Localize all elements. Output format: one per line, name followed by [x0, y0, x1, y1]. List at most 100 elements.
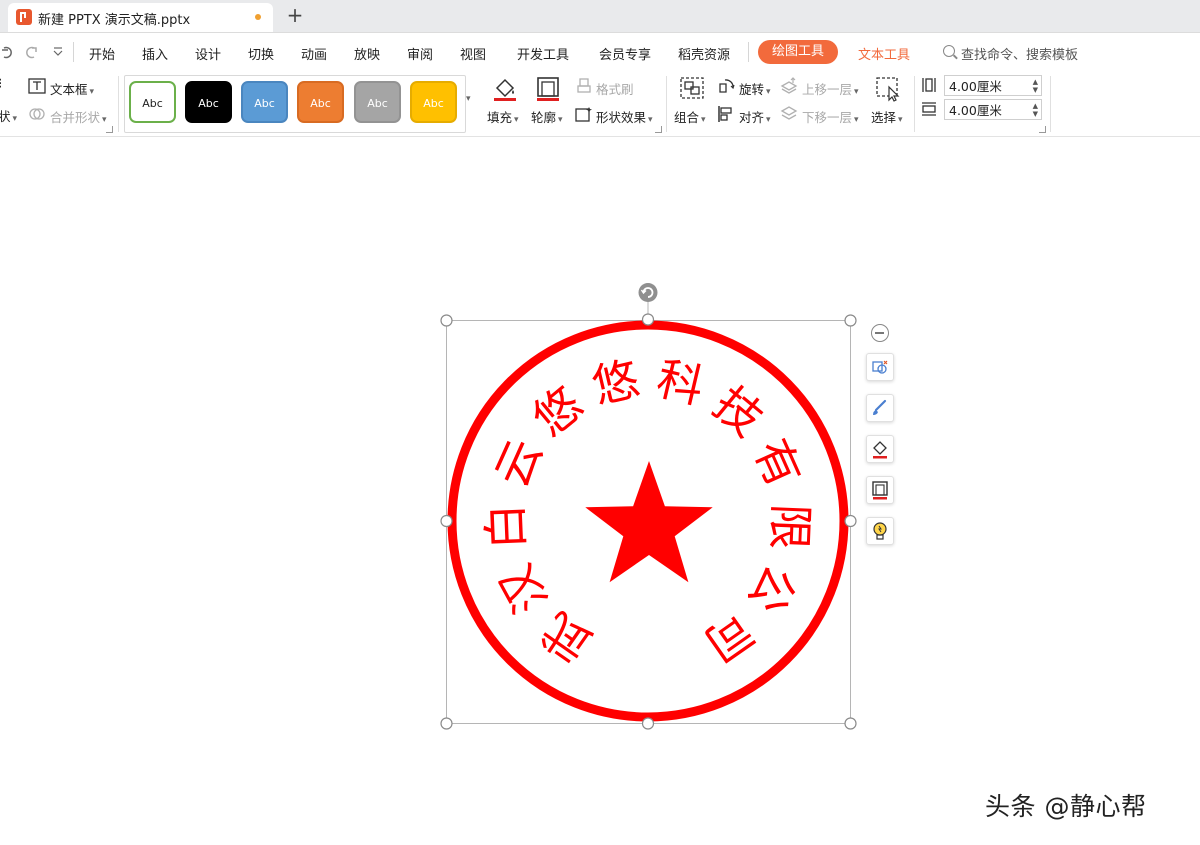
select-icon[interactable]	[875, 76, 901, 102]
style-preset-white[interactable]: Abc	[129, 81, 176, 123]
resize-handle-top[interactable]	[641, 313, 655, 326]
stamp-char: 悠	[523, 376, 593, 447]
resize-handle-right[interactable]	[844, 514, 857, 528]
shape-effects-label: 形状效果	[596, 110, 647, 125]
search-input[interactable]: 查找命令、搜索模板	[961, 44, 1078, 63]
group-icon[interactable]	[679, 76, 705, 100]
resize-handle-bottom[interactable]	[641, 717, 655, 730]
menu-animation[interactable]: 动画	[301, 44, 327, 63]
rotate-handle-icon[interactable]	[638, 283, 658, 302]
stamp-char: 司	[695, 602, 764, 673]
outline-icon[interactable]	[535, 76, 561, 102]
quick-fill-button[interactable]	[866, 435, 894, 463]
fill-icon[interactable]	[492, 76, 518, 102]
smart-suggest-button[interactable]	[866, 517, 894, 545]
lightbulb-icon	[873, 522, 887, 540]
collapse-toolbar-icon[interactable]	[871, 324, 889, 342]
shape-dropdown[interactable]: 状 ▾	[0, 106, 17, 125]
shape-width-input[interactable]: 4.00厘米 ▲ ▼	[944, 99, 1042, 120]
resize-handle-bottom-left[interactable]	[440, 717, 453, 730]
menu-docer[interactable]: 稻壳资源	[678, 44, 730, 63]
style-preset-blue[interactable]: Abc	[241, 81, 288, 123]
spin-up-icon[interactable]: ▲	[1033, 78, 1038, 86]
shape-style-button[interactable]	[866, 394, 894, 422]
slide-canvas[interactable]: 武汉白云悠悠科技有限公司	[0, 137, 1200, 845]
rotate-button[interactable]: 旋转 ▾	[739, 79, 771, 98]
menu-transition[interactable]: 切换	[248, 44, 274, 63]
redo-icon[interactable]	[24, 45, 40, 59]
tab-drawing-tools[interactable]: 绘图工具	[758, 40, 838, 64]
ribbon-toolbar: ⁝ 状▾ 文本框▾ 合并形状▾ Abc Abc Abc Abc Abc Abc …	[0, 70, 1200, 137]
stamp-char: 汉	[489, 556, 558, 622]
group-launcher-icon[interactable]	[1039, 126, 1046, 133]
style-preset-gray[interactable]: Abc	[354, 81, 401, 123]
menu-design[interactable]: 设计	[195, 44, 221, 63]
ribbon-divider	[118, 76, 119, 132]
stamp-char: 限	[762, 503, 818, 551]
fill-label: 填充	[487, 110, 513, 125]
stamp-char: 云	[484, 431, 552, 495]
stamp-char: 有	[744, 431, 812, 495]
resize-handle-top-left[interactable]	[440, 314, 453, 327]
shape-style-gallery: Abc Abc Abc Abc Abc Abc	[124, 75, 466, 133]
send-backward-icon[interactable]	[780, 105, 798, 123]
search-icon[interactable]	[943, 45, 955, 57]
spin-down-icon[interactable]: ▼	[1033, 86, 1038, 94]
style-preset-black[interactable]: Abc	[185, 81, 232, 123]
merge-shapes-button[interactable]: 合并形状 ▾	[50, 107, 107, 126]
menu-view[interactable]: 视图	[460, 44, 486, 63]
fill-button[interactable]: 填充 ▾	[487, 107, 519, 126]
quick-outline-button[interactable]	[866, 476, 894, 504]
edit-shape-icon[interactable]: ⁝	[0, 76, 2, 92]
group-launcher-icon[interactable]	[106, 126, 113, 133]
resize-handle-top-right[interactable]	[844, 314, 857, 327]
style-preset-orange[interactable]: Abc	[297, 81, 344, 123]
shape-effects-icon[interactable]	[575, 106, 593, 122]
caret-icon: ▾	[558, 115, 563, 125]
merge-shapes-icon[interactable]	[28, 106, 46, 122]
stamp-star	[585, 461, 713, 583]
bring-forward-icon[interactable]	[780, 77, 798, 95]
undo-icon[interactable]	[0, 45, 14, 59]
quick-outline-icon	[872, 481, 888, 500]
menu-home[interactable]: 开始	[89, 44, 115, 63]
textbox-button[interactable]: 文本框 ▾	[50, 79, 94, 98]
shape-swap-button[interactable]	[866, 353, 894, 381]
shape-height-input[interactable]: 4.00厘米 ▲ ▼	[944, 75, 1042, 96]
document-tab[interactable]: 新建 PPTX 演示文稿.pptx	[8, 3, 273, 32]
resize-handle-bottom-right[interactable]	[844, 717, 857, 730]
caret-icon: ▾	[766, 115, 771, 125]
bring-forward-button[interactable]: 上移一层 ▾	[802, 79, 859, 98]
menu-review[interactable]: 审阅	[407, 44, 433, 63]
ribbon-divider	[666, 76, 667, 132]
spin-down-icon[interactable]: ▼	[1033, 110, 1038, 118]
menu-member[interactable]: 会员专享	[599, 44, 651, 63]
document-tab-title: 新建 PPTX 演示文稿.pptx	[38, 13, 191, 28]
new-tab-button[interactable]: +	[284, 3, 306, 27]
unsaved-indicator	[255, 14, 261, 20]
select-button[interactable]: 选择 ▾	[871, 107, 903, 126]
resize-handle-left[interactable]	[440, 514, 453, 528]
menu-insert[interactable]: 插入	[142, 44, 168, 63]
group-button[interactable]: 组合 ▾	[674, 107, 706, 126]
group-launcher-icon[interactable]	[655, 126, 662, 133]
menu-developer[interactable]: 开发工具	[517, 44, 569, 63]
textbox-label: 文本框	[50, 82, 88, 97]
format-painter-button[interactable]: 格式刷	[596, 79, 634, 98]
menu-slideshow[interactable]: 放映	[354, 44, 380, 63]
tab-text-tools[interactable]: 文本工具	[858, 44, 910, 63]
align-icon[interactable]	[717, 105, 735, 123]
spin-up-icon[interactable]: ▲	[1033, 102, 1038, 110]
format-painter-icon[interactable]	[576, 78, 592, 96]
align-button[interactable]: 对齐 ▾	[739, 107, 771, 126]
gallery-more-icon[interactable]: ▾	[466, 94, 471, 104]
style-preset-yellow[interactable]: Abc	[410, 81, 457, 123]
send-backward-button[interactable]: 下移一层 ▾	[802, 107, 859, 126]
textbox-icon[interactable]	[28, 78, 46, 94]
rotate-icon[interactable]	[717, 77, 735, 95]
watermark: 头条 @静心帮	[985, 792, 1147, 821]
outline-button[interactable]: 轮廓 ▾	[531, 107, 563, 126]
menu-divider	[73, 42, 74, 62]
shape-effects-button[interactable]: 形状效果 ▾	[596, 107, 653, 126]
quick-access-more-icon[interactable]	[52, 47, 64, 57]
